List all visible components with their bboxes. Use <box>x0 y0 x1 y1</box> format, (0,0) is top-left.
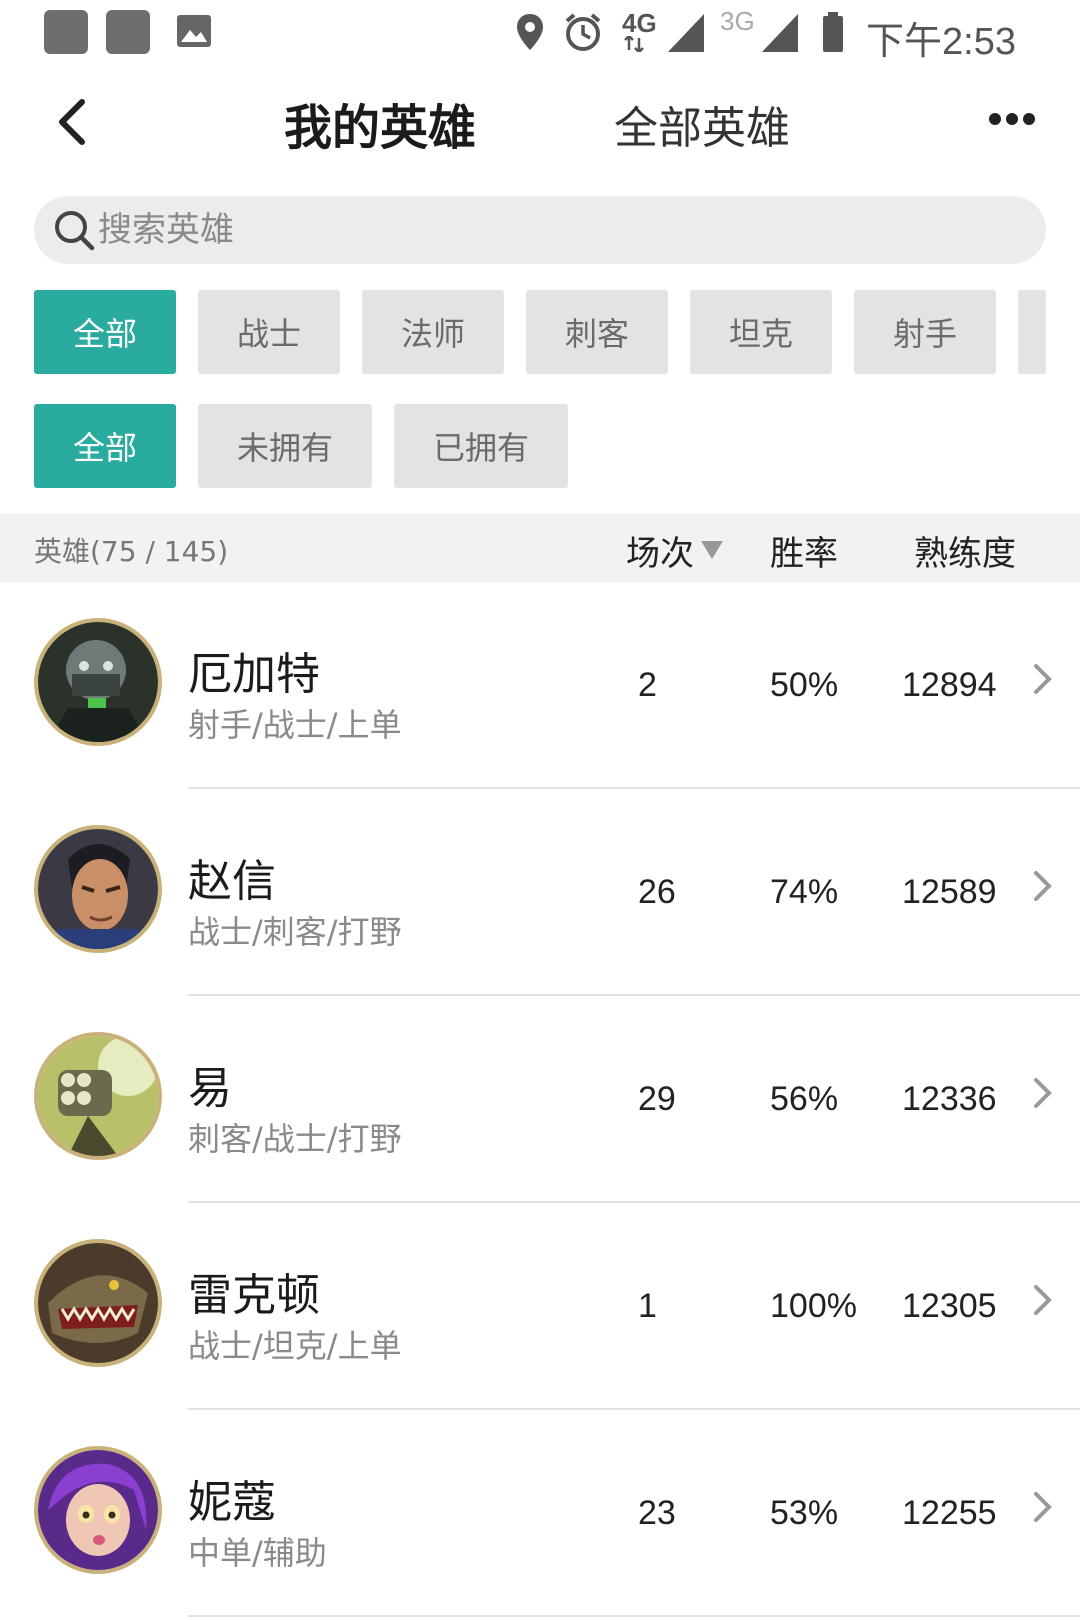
hero-name: 易 <box>188 1063 232 1114</box>
hero-row[interactable]: 易 刺客/战士/打野 29 56% 12336 <box>0 996 1080 1203</box>
hero-win-rate: 74% <box>770 873 839 911</box>
hero-avatar <box>34 1446 162 1574</box>
search-input[interactable] <box>98 196 998 264</box>
hero-name: 赵信 <box>188 856 276 907</box>
filter-role-mage[interactable]: 法师 <box>362 290 504 374</box>
chevron-right-icon <box>1034 1078 1052 1108</box>
tab-all-heroes[interactable]: 全部英雄 <box>614 92 790 156</box>
filter-not-owned[interactable]: 未拥有 <box>198 404 372 488</box>
filter-role-more[interactable] <box>1018 290 1046 374</box>
hero-name: 厄加特 <box>188 649 320 700</box>
hero-row[interactable]: 赵信 战士/刺客/打野 26 74% 12589 <box>0 789 1080 996</box>
hero-count: 英雄(75 / 145) <box>34 535 229 568</box>
hero-row[interactable]: 厄加特 射手/战士/上单 2 50% 12894 <box>0 582 1080 789</box>
hero-name: 雷克顿 <box>188 1270 320 1321</box>
hero-matches: 29 <box>638 1080 676 1118</box>
filter-role-assassin[interactable]: 刺客 <box>526 290 668 374</box>
filter-role-fighter[interactable]: 战士 <box>198 290 340 374</box>
hero-matches: 26 <box>638 873 676 911</box>
alarm-icon <box>565 13 601 51</box>
filter-owned[interactable]: 已拥有 <box>394 404 568 488</box>
search-icon <box>55 211 95 251</box>
hero-roles: 中单/辅助 <box>188 1534 327 1572</box>
hero-matches: 23 <box>638 1494 676 1532</box>
hero-matches: 2 <box>638 666 657 704</box>
chevron-right-icon <box>1034 1492 1052 1522</box>
clock: 下午2:53 <box>866 21 1016 63</box>
notification-icon <box>106 10 150 54</box>
row-divider <box>188 1615 1080 1617</box>
hero-name: 妮蔻 <box>188 1477 276 1528</box>
hero-avatar <box>34 1239 162 1367</box>
hero-avatar <box>34 1032 162 1160</box>
back-icon[interactable] <box>52 96 92 148</box>
filter-role-tank[interactable]: 坦克 <box>690 290 832 374</box>
hero-win-rate: 56% <box>770 1080 839 1118</box>
image-icon <box>177 15 211 47</box>
hero-proficiency: 12894 <box>902 666 997 704</box>
hero-row[interactable]: 雷克顿 战士/坦克/上单 1 100% 12305 <box>0 1203 1080 1410</box>
list-header: 英雄(75 / 145) 场次 胜率 熟练度 <box>0 514 1080 582</box>
sort-matches[interactable]: 场次 <box>626 526 694 575</box>
sort-desc-icon[interactable] <box>700 540 724 560</box>
network-3g-label: 3G <box>720 6 755 36</box>
battery-icon <box>823 12 843 52</box>
hero-win-rate: 53% <box>770 1494 839 1532</box>
notification-icon <box>44 10 88 54</box>
hero-win-rate: 50% <box>770 666 839 704</box>
more-icon[interactable] <box>988 106 1036 132</box>
chevron-right-icon <box>1034 1285 1052 1315</box>
location-icon <box>517 14 543 50</box>
chevron-right-icon <box>1034 664 1052 694</box>
chevron-right-icon <box>1034 871 1052 901</box>
filter-own-all[interactable]: 全部 <box>34 404 176 488</box>
data-arrows-icon <box>624 36 644 52</box>
hero-roles: 刺客/战士/打野 <box>188 1120 402 1158</box>
hero-matches: 1 <box>638 1287 657 1325</box>
signal-icon <box>762 14 798 52</box>
hero-proficiency: 12589 <box>902 873 997 911</box>
hero-proficiency: 12255 <box>902 1494 997 1532</box>
hero-roles: 战士/刺客/打野 <box>188 913 402 951</box>
hero-proficiency: 12305 <box>902 1287 997 1325</box>
hero-roles: 射手/战士/上单 <box>188 706 402 744</box>
filter-role-all[interactable]: 全部 <box>34 290 176 374</box>
network-4g-label: 4G <box>622 8 657 38</box>
filter-role-marksman[interactable]: 射手 <box>854 290 996 374</box>
sort-win-rate[interactable]: 胜率 <box>770 526 838 575</box>
sort-proficiency[interactable]: 熟练度 <box>914 526 1016 575</box>
status-bar: 4G 3G 下午2:53 <box>0 0 1080 66</box>
hero-avatar <box>34 618 162 746</box>
hero-avatar <box>34 825 162 953</box>
signal-icon <box>668 14 704 52</box>
hero-roles: 战士/坦克/上单 <box>188 1327 402 1365</box>
hero-proficiency: 12336 <box>902 1080 997 1118</box>
search-bar[interactable] <box>34 196 1046 264</box>
tab-my-heroes[interactable]: 我的英雄 <box>284 88 476 158</box>
hero-win-rate: 100% <box>770 1287 857 1325</box>
hero-row[interactable]: 妮蔻 中单/辅助 23 53% 12255 <box>0 1410 1080 1617</box>
